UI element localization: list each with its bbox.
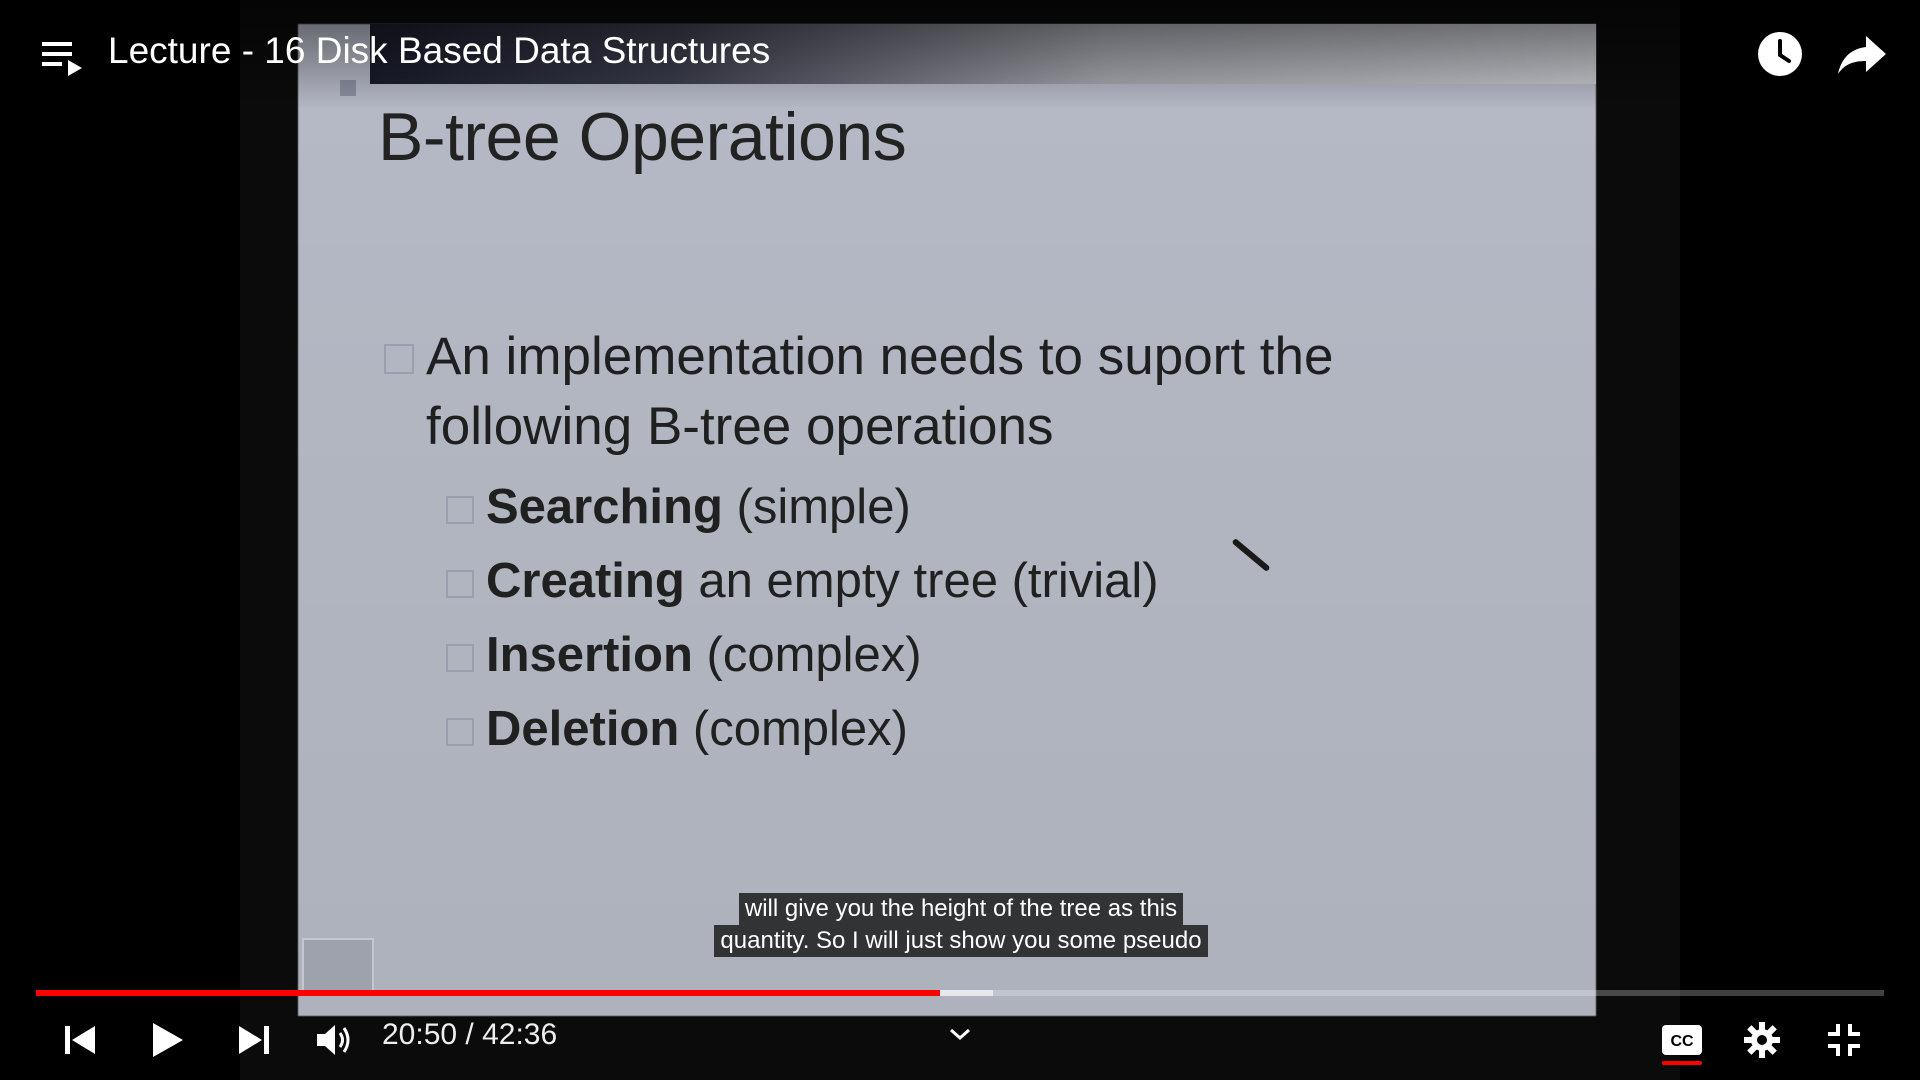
slide-sub-item-bold: Deletion [486, 702, 680, 756]
skip-next-icon [239, 1026, 269, 1054]
time-display: 20:50 / 42:36 [382, 1018, 557, 1052]
svg-text:CC: CC [1670, 1033, 1694, 1050]
caption-line: will give you the height of the tree as … [738, 893, 1184, 925]
chevron-down-icon[interactable] [945, 1024, 975, 1044]
slide-main-bullet-line1: An implementation needs to suport the [426, 327, 1334, 386]
slide-sub-item: Deletion (complex) [446, 692, 1159, 766]
slide-sub-item-rest: (complex) [692, 628, 922, 682]
progress-bar[interactable] [36, 990, 1884, 996]
exit-fullscreen-icon [1828, 1024, 1860, 1056]
control-bar: CC [0, 1010, 1920, 1080]
settings-button[interactable] [1740, 1010, 1784, 1070]
slide-sub-item: Searching (simple) [446, 470, 1159, 544]
skip-next-button[interactable] [232, 1010, 276, 1070]
captions-active-indicator [1662, 1061, 1702, 1065]
caption-box: will give you the height of the tree as … [714, 893, 1208, 957]
volume-icon [317, 1025, 350, 1055]
play-button[interactable] [146, 1010, 190, 1070]
slide-main-bullet-line2: following B-tree operations [426, 397, 1054, 456]
bullet-box-icon [446, 644, 474, 673]
slide-main-bullet: An implementation needs to suport the fo… [380, 322, 1480, 462]
current-time: 20:50 [382, 1018, 458, 1051]
play-icon [153, 1023, 183, 1057]
exit-fullscreen-button[interactable] [1822, 1010, 1866, 1070]
top-bar: Lecture - 16 Disk Based Data Structures [0, 0, 1920, 110]
slide-sub-list: Searching (simple) Creating an empty tre… [446, 470, 1159, 766]
slide-sub-item-rest: (simple) [722, 480, 911, 534]
bullet-box-icon [446, 570, 474, 599]
bullet-box-icon [384, 344, 414, 374]
bullet-box-icon [446, 718, 474, 747]
skip-previous-button[interactable] [58, 1010, 102, 1070]
time-separator: / [457, 1018, 483, 1051]
slide-sub-item-bold: Insertion [486, 628, 693, 682]
slide-corner-thumbnail [302, 938, 374, 992]
volume-button[interactable] [312, 1010, 356, 1070]
cc-icon: CC [1662, 1025, 1702, 1055]
slide-sub-item-bold: Creating [486, 554, 685, 608]
duration: 42:36 [482, 1018, 558, 1051]
gear-icon [1744, 1022, 1780, 1058]
slide-sub-item-rest: an empty tree (trivial) [684, 554, 1159, 608]
playlist-icon[interactable] [40, 38, 84, 78]
clock-icon[interactable] [1756, 30, 1804, 78]
slide-sub-item-rest: (complex) [679, 702, 909, 756]
slide-sub-item: Insertion (complex) [446, 618, 1159, 692]
video-title[interactable]: Lecture - 16 Disk Based Data Structures [108, 30, 770, 72]
slide-sub-item-bold: Searching [486, 480, 723, 534]
progress-played [36, 990, 940, 996]
bullet-box-icon [446, 496, 474, 525]
slide-sub-item: Creating an empty tree (trivial) [446, 544, 1159, 618]
skip-previous-icon [65, 1026, 95, 1054]
caption-line: quantity. So I will just show you some p… [714, 925, 1208, 957]
share-icon[interactable] [1836, 30, 1888, 78]
